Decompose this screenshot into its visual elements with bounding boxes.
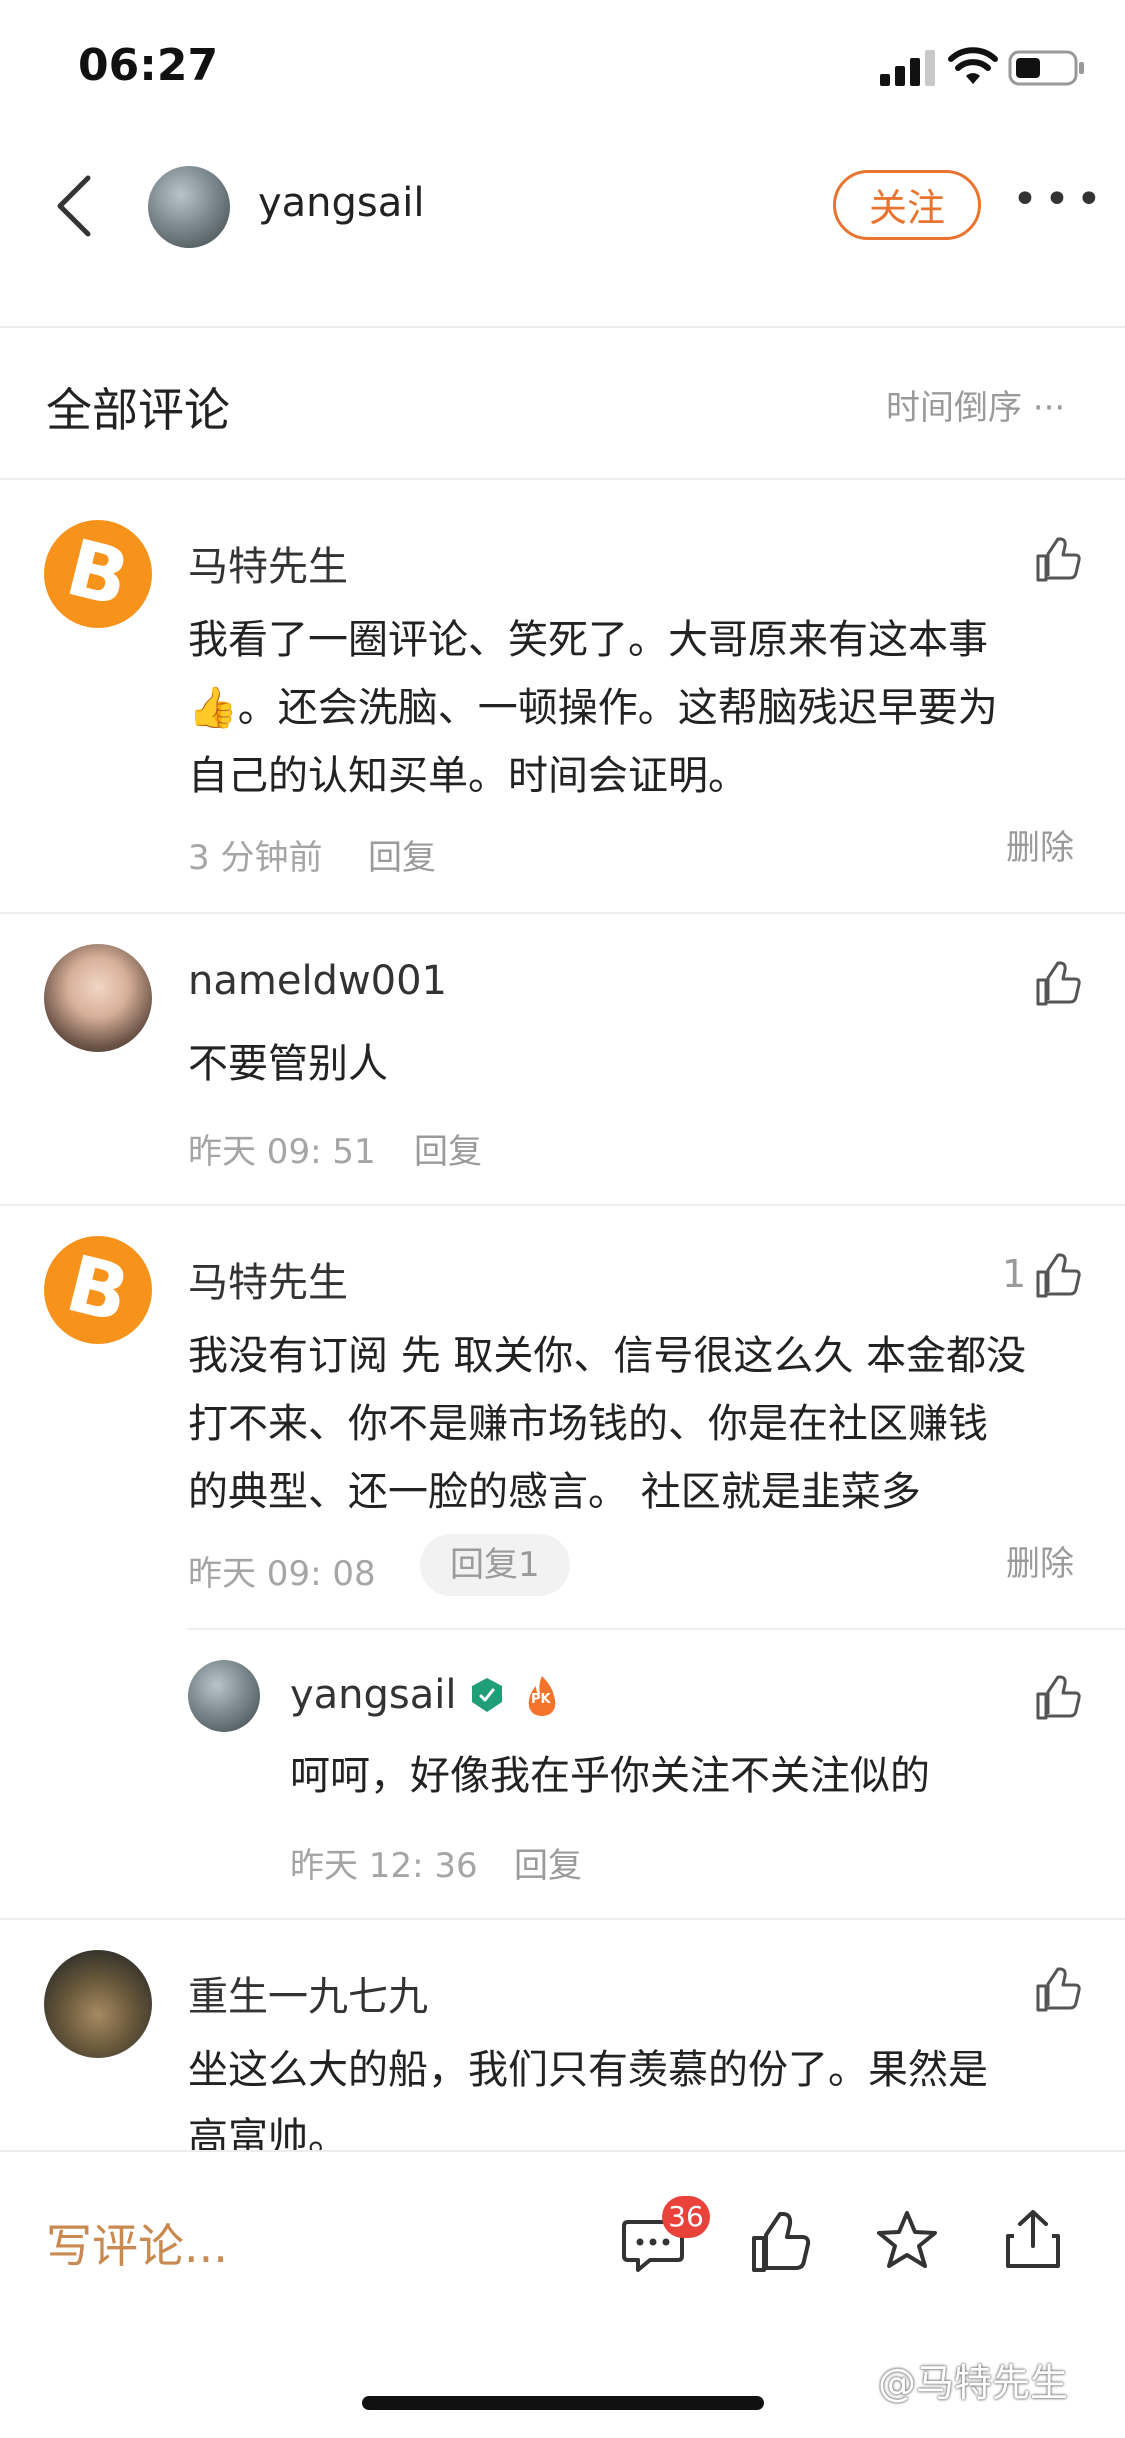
comment-divider bbox=[0, 1918, 1125, 1920]
bitcoin-icon: B bbox=[58, 523, 138, 625]
verified-shield-icon bbox=[472, 1678, 502, 1712]
sort-order-dropdown[interactable]: 时间倒序 ··· bbox=[886, 380, 1065, 429]
comment-text: 我没有订阅 先 取关你、信号很这么久 本金都没 打不来、你不是赚市场钱的、你是在… bbox=[188, 1322, 1026, 1526]
comment-author[interactable]: nameldw001 bbox=[188, 958, 447, 1004]
comment-author[interactable]: 重生一九七九 bbox=[188, 1964, 428, 2022]
comment-text-line: 自己的认知买单。时间会证明。 bbox=[188, 753, 748, 799]
header-username[interactable]: yangsail bbox=[258, 180, 425, 226]
comment-time: 3 分钟前 bbox=[188, 838, 323, 878]
header-avatar[interactable] bbox=[148, 166, 230, 248]
bitcoin-icon: B bbox=[58, 1239, 138, 1341]
write-comment-input[interactable]: 写评论... bbox=[46, 2210, 228, 2276]
delete-button[interactable]: 删除 bbox=[1006, 820, 1074, 869]
more-options-icon[interactable]: ••• bbox=[1012, 178, 1102, 222]
watermark: @马特先生 bbox=[878, 2361, 1069, 2405]
star-icon[interactable] bbox=[874, 2208, 940, 2274]
comment-text-line: 不要管别人 bbox=[188, 1041, 388, 1087]
share-icon[interactable] bbox=[1000, 2206, 1066, 2272]
comment-text-line: 我没有订阅 先 取关你、信号很这么久 本金都没 bbox=[188, 1333, 1027, 1379]
thumbs-up-icon[interactable] bbox=[1034, 1966, 1082, 2014]
back-icon[interactable] bbox=[48, 172, 98, 240]
reply-button[interactable]: 回复 bbox=[414, 1124, 482, 1173]
thumbs-up-icon[interactable] bbox=[1034, 1674, 1082, 1722]
wifi-icon bbox=[948, 47, 998, 84]
reply-button[interactable]: 回复 bbox=[514, 1838, 582, 1887]
comment-author[interactable]: 马特先生 bbox=[188, 1250, 348, 1308]
comment-text-line: 坐这么大的船，我们只有羡慕的份了。果然是 bbox=[188, 2047, 988, 2093]
avatar[interactable]: B bbox=[44, 1236, 152, 1344]
header-divider bbox=[0, 326, 1125, 328]
status-time: 06:27 bbox=[78, 40, 219, 91]
comment-text-line: 👍。还会洗脑、一顿操作。这帮脑残迟早要为 bbox=[188, 685, 998, 731]
reply-author[interactable]: yangsail bbox=[290, 1672, 457, 1718]
cellular-signal-icon bbox=[880, 50, 935, 86]
reply-text: 呵呵，好像我在乎你关注不关注似的 bbox=[290, 1753, 930, 1799]
comment-divider bbox=[0, 912, 1125, 914]
thumbs-up-icon[interactable] bbox=[1034, 1252, 1082, 1300]
comment-text: 不要管别人 bbox=[188, 1030, 388, 1098]
battery-icon bbox=[1008, 50, 1084, 86]
comment-divider bbox=[0, 1204, 1125, 1206]
pk-badge-label: PK bbox=[531, 1692, 551, 1707]
thumbs-up-icon[interactable] bbox=[1034, 960, 1082, 1008]
avatar[interactable] bbox=[44, 944, 152, 1052]
comment-text: 我看了一圈评论、笑死了。大哥原来有这本事 👍。还会洗脑、一顿操作。这帮脑残迟早要… bbox=[188, 606, 998, 810]
reply-count-button[interactable]: 回复1 bbox=[420, 1534, 570, 1596]
delete-button[interactable]: 删除 bbox=[1006, 1536, 1074, 1585]
avatar[interactable]: B bbox=[44, 520, 152, 628]
comment-text-line: 的典型、还一脸的感言。 社区就是韭菜多 bbox=[188, 1469, 921, 1515]
reply-divider bbox=[188, 1628, 1125, 1630]
sort-label: 时间倒序 bbox=[886, 388, 1022, 428]
comment-text-line: 打不来、你不是赚市场钱的、你是在社区赚钱 bbox=[188, 1401, 988, 1447]
like-icon[interactable] bbox=[748, 2210, 814, 2276]
thumbs-up-icon[interactable] bbox=[1034, 536, 1082, 584]
comment-count-badge: 36 bbox=[662, 2196, 710, 2238]
avatar[interactable] bbox=[44, 1950, 152, 2058]
like-count: 1 bbox=[1002, 1252, 1027, 1296]
reply-button[interactable]: 回复 bbox=[368, 830, 436, 879]
home-indicator bbox=[362, 2396, 764, 2410]
pk-fire-icon: PK bbox=[522, 1674, 562, 1718]
follow-button[interactable]: 关注 bbox=[833, 170, 981, 240]
reply-avatar[interactable] bbox=[188, 1660, 260, 1732]
comment-time: 昨天 09: 08 bbox=[188, 1554, 376, 1594]
comment-text-line: 我看了一圈评论、笑死了。大哥原来有这本事 bbox=[188, 617, 988, 663]
comments-section-title: 全部评论 bbox=[46, 383, 230, 437]
section-divider bbox=[0, 478, 1125, 480]
reply-time: 昨天 12: 36 bbox=[290, 1846, 478, 1886]
comment-author[interactable]: 马特先生 bbox=[188, 534, 348, 592]
comment-time: 昨天 09: 51 bbox=[188, 1132, 376, 1172]
